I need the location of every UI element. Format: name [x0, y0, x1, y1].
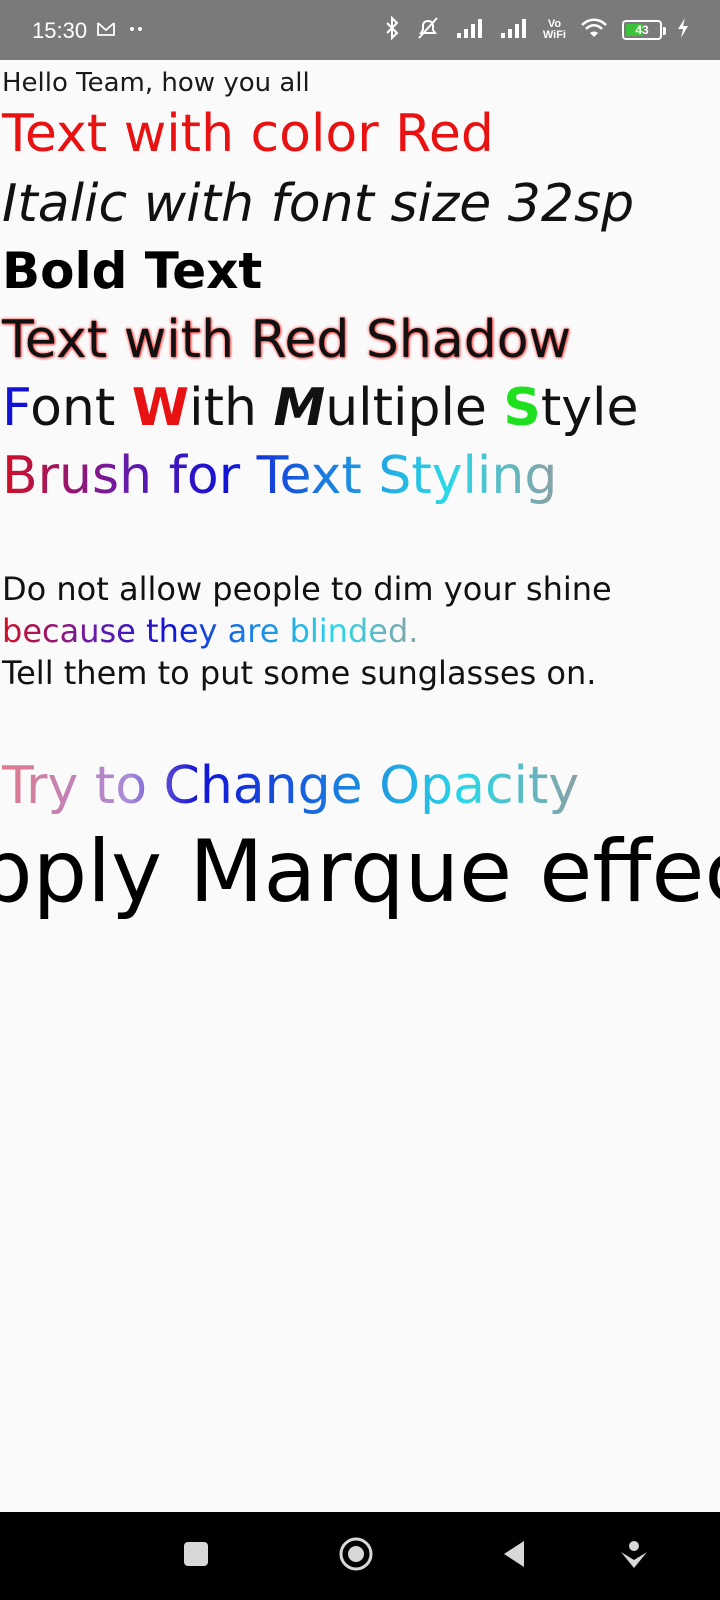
bold-text: Bold Text — [2, 242, 263, 300]
shadow-text: Text with Red Shadow — [2, 310, 572, 370]
multi-style-f: F — [2, 378, 31, 438]
status-left-icons — [96, 20, 146, 42]
multi-style-text: Font With Multiple Style — [2, 378, 638, 438]
home-button[interactable] — [334, 1534, 378, 1578]
multi-style-s: S — [503, 378, 541, 438]
battery-icon: 43 — [622, 20, 666, 40]
multi-style-ith: ith — [189, 378, 274, 438]
more-dots-icon — [126, 20, 146, 42]
assistant-button[interactable] — [612, 1534, 656, 1578]
charging-icon — [676, 17, 690, 43]
back-button[interactable] — [492, 1534, 536, 1578]
recents-button[interactable] — [174, 1534, 218, 1578]
triangle-back-icon — [500, 1539, 528, 1573]
mute-icon — [415, 16, 441, 44]
wifi-icon — [580, 17, 608, 43]
multi-style-tyle: tyle — [540, 378, 639, 438]
status-time: 15:30 — [32, 18, 88, 43]
circle-icon — [338, 1536, 374, 1576]
greeting-text: Hello Team, how you all — [2, 68, 310, 98]
signal-icon — [455, 17, 485, 43]
status-right-icons: Vo WiFi 43 — [383, 15, 690, 44]
main-content: Hello Team, how you all Text with color … — [0, 60, 720, 1512]
assistant-icon — [618, 1538, 650, 1574]
bluetooth-icon — [383, 15, 401, 44]
multi-style-w: W — [131, 378, 190, 438]
quote-line-3: Tell them to put some sunglasses on. — [2, 654, 597, 692]
marquee-text: pply Marque effect — [0, 822, 720, 922]
gmail-icon — [96, 20, 116, 42]
vowifi-bottom: WiFi — [542, 29, 566, 41]
status-bar: 15:30 Vo WiFi 43 — [0, 0, 720, 60]
italic-text: Italic with font size 32sp — [2, 174, 635, 234]
quote-line-1: Do not allow people to dim your shine — [2, 570, 612, 608]
battery-level: 43 — [635, 23, 649, 37]
navigation-bar — [0, 1512, 720, 1600]
vowifi-icon: Vo WiFi — [543, 19, 566, 41]
square-icon — [182, 1540, 210, 1572]
signal-icon — [499, 17, 529, 43]
brush-text: Brush for Text Styling — [2, 446, 558, 506]
multi-style-ultiple: ultiple — [325, 378, 504, 438]
quote-line-2: because they are blinded. — [2, 612, 419, 650]
multi-style-ont: ont — [30, 378, 132, 438]
opacity-text: Try to Change Opacity — [2, 756, 580, 816]
red-text: Text with color Red — [2, 104, 494, 164]
multi-style-m: M — [273, 378, 326, 438]
